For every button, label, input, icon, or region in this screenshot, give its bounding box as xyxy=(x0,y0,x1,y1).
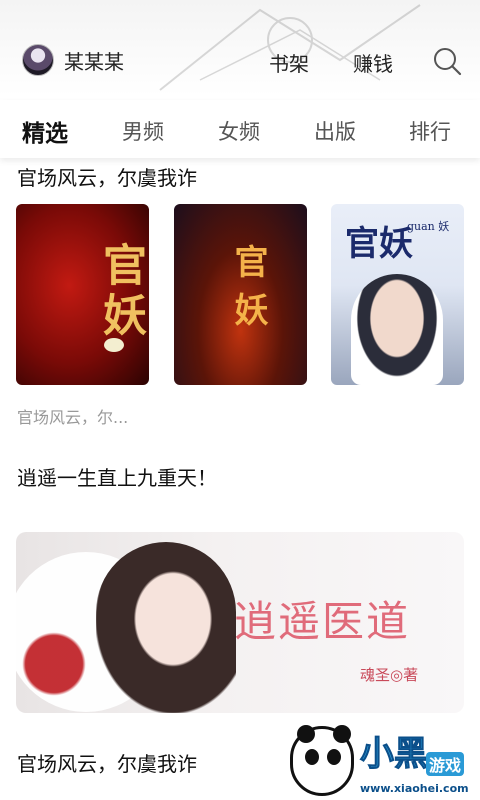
book-cover-1[interactable]: 官妖 xyxy=(16,204,149,385)
cover-illustration xyxy=(351,274,443,385)
earn-money-link[interactable]: 赚钱 xyxy=(353,48,393,77)
tab-female[interactable]: 女频 xyxy=(218,116,260,146)
search-icon[interactable] xyxy=(432,46,462,76)
tab-ranking[interactable]: 排行 xyxy=(409,116,451,146)
cover-title: 官妖 xyxy=(228,244,268,340)
watermark-brand: 小黑 xyxy=(360,734,429,775)
user-avatar[interactable] xyxy=(22,44,54,76)
category-tabs: 精选 男频 女频 出版 排行 xyxy=(0,100,480,158)
bookshelf-link[interactable]: 书架 xyxy=(269,48,309,77)
watermark-logo: 小黑 游戏 www.xiaohei.com xyxy=(286,722,476,800)
book-cover-3[interactable]: 官妖 guan 妖 xyxy=(331,204,464,385)
section-title-officialdom-2: 官场风云，尔虞我诈 xyxy=(17,752,197,776)
watermark-tag: 游戏 xyxy=(426,752,465,776)
promo-banner[interactable]: 逍遥医道 魂圣◎著 xyxy=(16,532,464,713)
section-title-xiaoyao: 逍遥一生直上九重天！ xyxy=(17,466,217,490)
banner-girl-illustration xyxy=(96,542,236,713)
banner-author: 魂圣◎著 xyxy=(360,666,419,684)
cover-seal xyxy=(104,338,124,352)
cover-title: 官妖 xyxy=(95,242,146,342)
app-header: 某某某 书架 赚钱 xyxy=(0,0,480,96)
tab-published[interactable]: 出版 xyxy=(314,116,356,146)
tab-featured[interactable]: 精选 xyxy=(22,114,68,148)
book-cover-2[interactable]: 官妖 xyxy=(174,204,307,385)
cover-subtitle: guan 妖 xyxy=(407,220,450,233)
book-caption[interactable]: 官场风云，尔... xyxy=(17,404,128,428)
panda-mascot-icon xyxy=(290,725,354,796)
banner-title: 逍遥医道 xyxy=(234,597,411,646)
username-label[interactable]: 某某某 xyxy=(64,46,124,75)
cover-title: 官妖 xyxy=(345,224,413,264)
watermark-url: www.xiaohei.com xyxy=(360,782,469,795)
section-title-officialdom: 官场风云，尔虞我诈 xyxy=(17,166,197,190)
tab-male[interactable]: 男频 xyxy=(122,116,164,146)
